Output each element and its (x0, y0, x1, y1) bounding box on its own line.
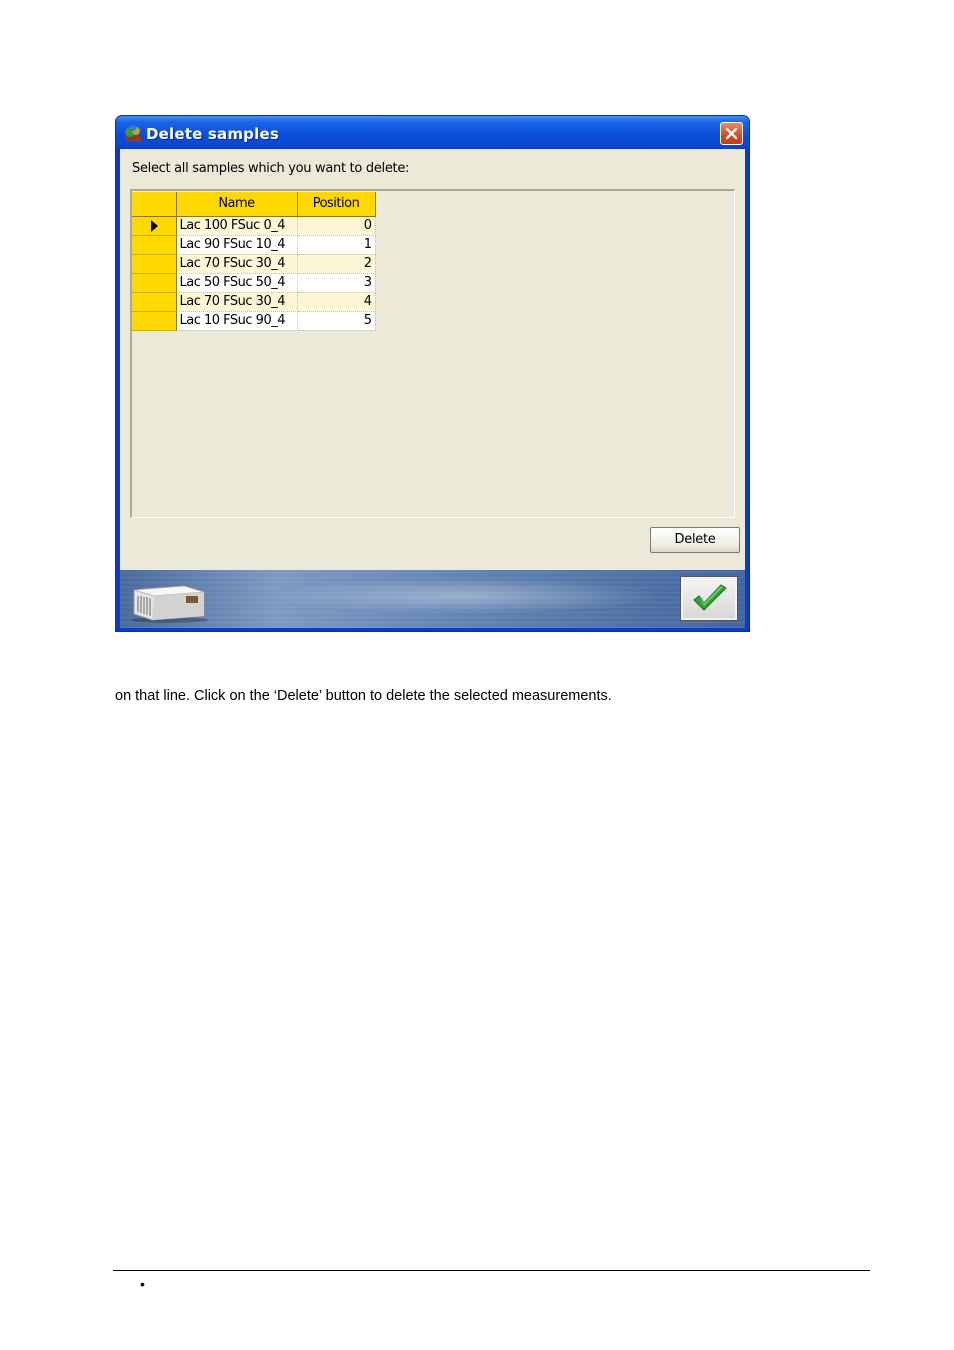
sample-position-cell[interactable]: 4 (297, 292, 376, 312)
row-indicator-cell[interactable] (132, 311, 177, 331)
footer-divider (113, 1270, 870, 1271)
dialog-title: Delete samples (146, 125, 279, 143)
row-indicator-cell[interactable] (132, 235, 177, 255)
banner-background (120, 570, 745, 628)
table-row[interactable]: Lac 10 FSuc 90_4 5 (132, 311, 376, 331)
sample-name-cell[interactable]: Lac 70 FSuc 30_4 (176, 292, 298, 312)
app-icon (123, 124, 143, 144)
table-row[interactable]: Lac 70 FSuc 30_4 2 (132, 254, 376, 274)
row-pointer-icon (150, 219, 158, 232)
instrument-image (132, 585, 208, 623)
dialog-client-area: Select all samples which you want to del… (120, 149, 745, 570)
delete-samples-dialog: Delete samples Select all samples which … (115, 115, 750, 632)
header-indicator-cell (132, 192, 177, 217)
close-icon (725, 127, 738, 140)
close-button[interactable] (720, 122, 743, 145)
row-indicator-cell[interactable] (132, 273, 177, 293)
sample-name-cell[interactable]: Lac 100 FSuc 0_4 (176, 216, 298, 236)
footer-bullet: • (140, 1276, 145, 1292)
ok-button[interactable] (680, 576, 738, 621)
checkmark-icon (693, 584, 727, 611)
body-paragraph: on that line. Click on the ‘Delete’ butt… (115, 688, 612, 704)
sample-position-cell[interactable]: 1 (297, 235, 376, 255)
table-row[interactable]: Lac 50 FSuc 50_4 3 (132, 273, 376, 293)
column-header-name[interactable]: Name (176, 192, 298, 217)
column-header-position[interactable]: Position (297, 192, 376, 217)
samples-table: Name Position Lac 100 FSuc 0_4 0 Lac 90 … (132, 192, 376, 331)
footer-banner (120, 570, 745, 628)
delete-button[interactable]: Delete (650, 527, 740, 553)
sample-position-cell[interactable]: 0 (297, 216, 376, 236)
row-indicator-cell[interactable] (132, 292, 177, 312)
sample-position-cell[interactable]: 3 (297, 273, 376, 293)
table-row[interactable]: Lac 100 FSuc 0_4 0 (132, 216, 376, 236)
instruction-label: Select all samples which you want to del… (132, 161, 410, 176)
table-row[interactable]: Lac 70 FSuc 30_4 4 (132, 292, 376, 312)
samples-grid[interactable]: Name Position Lac 100 FSuc 0_4 0 Lac 90 … (130, 189, 735, 518)
row-indicator-cell[interactable] (132, 254, 177, 274)
sample-position-cell[interactable]: 2 (297, 254, 376, 274)
sample-name-cell[interactable]: Lac 50 FSuc 50_4 (176, 273, 298, 293)
row-indicator-cell[interactable] (132, 216, 177, 236)
table-row[interactable]: Lac 90 FSuc 10_4 1 (132, 235, 376, 255)
title-bar[interactable]: Delete samples (116, 116, 749, 149)
sample-name-cell[interactable]: Lac 70 FSuc 30_4 (176, 254, 298, 274)
sample-name-cell[interactable]: Lac 10 FSuc 90_4 (176, 311, 298, 331)
sample-name-cell[interactable]: Lac 90 FSuc 10_4 (176, 235, 298, 255)
sample-position-cell[interactable]: 5 (297, 311, 376, 331)
